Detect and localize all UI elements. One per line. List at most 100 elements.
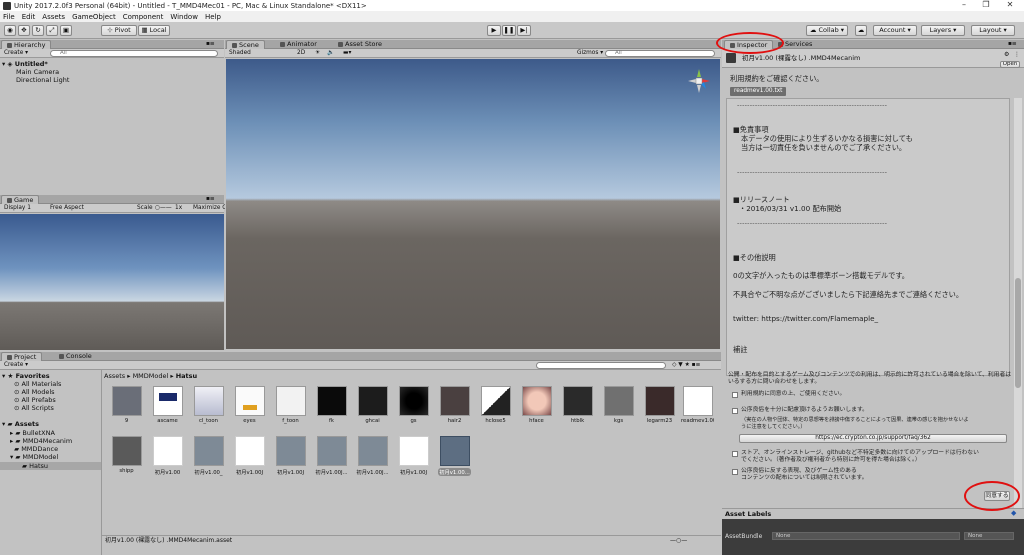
assetbundle-variant-dropdown[interactable]: None bbox=[964, 532, 1014, 540]
layers-dropdown[interactable]: Layers ▾ bbox=[921, 25, 965, 36]
hand-tool-icon[interactable]: ◉ bbox=[4, 25, 16, 36]
effects-toggle-icon[interactable]: ▬▾ bbox=[343, 50, 351, 57]
asset-item[interactable]: eyes bbox=[233, 386, 266, 424]
folder-mmdmodel[interactable]: ▾ ▰ MMDModel bbox=[10, 453, 58, 461]
icon-size-slider[interactable]: —○— bbox=[670, 536, 687, 545]
mode-2d-toggle[interactable]: 2D bbox=[297, 50, 305, 57]
tab-game[interactable]: Game bbox=[1, 195, 40, 204]
asset-item[interactable]: 初月v1.00J... bbox=[315, 436, 348, 476]
asset-item[interactable]: 初月v1.00J... bbox=[356, 436, 389, 476]
asset-item[interactable]: cl_toon bbox=[192, 386, 225, 424]
menu-help[interactable]: Help bbox=[205, 13, 221, 21]
filter-icons[interactable]: ◇ ▼ ★ ▪≡ bbox=[672, 362, 700, 369]
pause-button[interactable]: ❚❚ bbox=[502, 25, 516, 36]
collab-button[interactable]: ☁ Collab ▾ bbox=[806, 25, 848, 36]
shading-mode-dropdown[interactable]: Shaded bbox=[229, 50, 251, 57]
project-search-input[interactable] bbox=[536, 362, 666, 369]
tab-project[interactable]: Project bbox=[1, 352, 43, 361]
asset-item[interactable]: 初月v1.00_ bbox=[192, 436, 225, 476]
favorite-all-prefabs[interactable]: ⊙ All Prefabs bbox=[14, 396, 56, 404]
assetbundle-name-dropdown[interactable]: None bbox=[772, 532, 960, 540]
step-button[interactable]: ▶| bbox=[517, 25, 531, 36]
favorites-root[interactable]: ▾ ★ Favorites bbox=[2, 372, 50, 380]
readme-file-tag[interactable]: readmev1.00.txt bbox=[730, 87, 787, 96]
settings-icon[interactable]: ⚙ bbox=[1004, 51, 1009, 58]
rect-tool-icon[interactable]: ▣ bbox=[60, 25, 72, 36]
layout-dropdown[interactable]: Layout ▾ bbox=[971, 25, 1015, 36]
asset-item[interactable]: 9 bbox=[110, 386, 143, 424]
asset-item[interactable]: hface bbox=[520, 386, 553, 424]
aspect-dropdown[interactable]: Free Aspect bbox=[50, 205, 84, 212]
faq-link-button[interactable]: https://ec.crypton.co.jp/support/faq/362 bbox=[739, 434, 1007, 443]
inspector-scrollbar[interactable] bbox=[1014, 98, 1022, 550]
asset-item[interactable]: gs bbox=[397, 386, 430, 424]
asset-item[interactable]: 初月v1.00J bbox=[397, 436, 430, 476]
favorite-all-models[interactable]: ⊙ All Models bbox=[14, 388, 55, 396]
game-viewport[interactable] bbox=[0, 214, 224, 350]
scene-root[interactable]: ▾ ◈ Untitled* bbox=[2, 60, 48, 68]
scale-slider[interactable]: ○—— bbox=[155, 205, 172, 212]
asset-item-selected[interactable]: 初月v1.00... bbox=[438, 436, 471, 476]
scene-viewport[interactable] bbox=[226, 59, 720, 349]
rotate-tool-icon[interactable]: ↻ bbox=[32, 25, 44, 36]
asset-item[interactable]: 初月v1.00J bbox=[233, 436, 266, 476]
project-create-dropdown[interactable]: Create ▾ bbox=[4, 362, 28, 369]
gizmos-dropdown[interactable]: Gizmos ▾ bbox=[577, 50, 603, 57]
asset-item[interactable]: htblk bbox=[561, 386, 594, 424]
audio-toggle-icon[interactable]: 🔈 bbox=[327, 50, 334, 57]
tab-scene[interactable]: Scene bbox=[226, 40, 265, 49]
game-panel-menu-icon[interactable]: ▪≡ bbox=[206, 196, 215, 203]
breadcrumb-hatsu[interactable]: Hatsu bbox=[176, 372, 197, 380]
agree-terms-checkbox[interactable] bbox=[732, 392, 738, 398]
tab-asset-store[interactable]: Asset Store bbox=[333, 40, 387, 49]
tab-hierarchy[interactable]: Hierarchy bbox=[1, 40, 52, 49]
pivot-toggle[interactable]: ⊹ Pivot bbox=[101, 25, 137, 36]
inspector-menu-icon[interactable]: ▪≡ bbox=[1008, 41, 1017, 48]
menu-file[interactable]: File bbox=[3, 13, 15, 21]
menu-gameobject[interactable]: GameObject bbox=[72, 13, 116, 21]
tab-console[interactable]: Console bbox=[54, 352, 97, 361]
asset-item[interactable]: f_toon bbox=[274, 386, 307, 424]
folder-mmd4mecanim[interactable]: ▸ ▰ MMD4Mecanim bbox=[10, 437, 72, 445]
asset-item[interactable]: shipp bbox=[110, 436, 143, 474]
hierarchy-search-input[interactable]: All bbox=[50, 50, 218, 57]
hierarchy-create-dropdown[interactable]: Create ▾ bbox=[4, 50, 28, 57]
favorite-all-scripts[interactable]: ⊙ All Scripts bbox=[14, 404, 54, 412]
assets-root[interactable]: ▾ ▰ Assets bbox=[2, 420, 39, 428]
scrollbar-thumb[interactable] bbox=[1015, 278, 1021, 388]
asset-item[interactable]: hclose5 bbox=[479, 386, 512, 424]
breadcrumb-assets[interactable]: Assets bbox=[104, 372, 125, 380]
readme-text-area[interactable]: ----------------------------------------… bbox=[726, 98, 1010, 376]
menu-edit[interactable]: Edit bbox=[22, 13, 36, 21]
move-tool-icon[interactable]: ✥ bbox=[18, 25, 30, 36]
display-dropdown[interactable]: Display 1 bbox=[4, 205, 31, 212]
asset-item[interactable]: 初月v1.00J bbox=[274, 436, 307, 476]
menu-assets[interactable]: Assets bbox=[42, 13, 65, 21]
asset-item[interactable]: fk bbox=[315, 386, 348, 424]
game-content-checkbox[interactable] bbox=[732, 469, 738, 475]
no-upload-checkbox[interactable] bbox=[732, 451, 738, 457]
folder-bulletxna[interactable]: ▸ ▰ BulletXNA bbox=[10, 429, 55, 437]
menu-window[interactable]: Window bbox=[170, 13, 198, 21]
maximize-on-play-toggle[interactable]: Maximize C bbox=[193, 205, 226, 212]
breadcrumb-mmdmodel[interactable]: MMDModel bbox=[133, 372, 169, 380]
services-cloud-button[interactable]: ☁ bbox=[855, 25, 867, 36]
asset-item[interactable]: readmev1.00 bbox=[681, 386, 714, 424]
hierarchy-item-directional-light[interactable]: Directional Light bbox=[16, 76, 69, 84]
minimize-button[interactable]: – bbox=[954, 0, 974, 11]
favorite-all-materials[interactable]: ⊙ All Materials bbox=[14, 380, 61, 388]
play-button[interactable]: ▶ bbox=[487, 25, 501, 36]
folder-mmddance[interactable]: ▰ MMDDance bbox=[10, 445, 58, 453]
hierarchy-item-main-camera[interactable]: Main Camera bbox=[16, 68, 59, 76]
folder-hatsu[interactable]: ▰ Hatsu bbox=[0, 462, 101, 470]
public-order-checkbox[interactable] bbox=[732, 408, 738, 414]
lighting-toggle-icon[interactable]: ☀ bbox=[315, 50, 320, 57]
close-button[interactable]: ✕ bbox=[1000, 0, 1020, 11]
scene-search-input[interactable]: All bbox=[605, 50, 715, 57]
asset-item[interactable]: ghcai bbox=[356, 386, 389, 424]
asset-item[interactable]: hair2 bbox=[438, 386, 471, 424]
menu-component[interactable]: Component bbox=[123, 13, 164, 21]
scale-tool-icon[interactable]: ⤢ bbox=[46, 25, 58, 36]
open-button[interactable]: Open bbox=[1000, 61, 1020, 68]
asset-item[interactable]: legarm23 bbox=[643, 386, 676, 424]
